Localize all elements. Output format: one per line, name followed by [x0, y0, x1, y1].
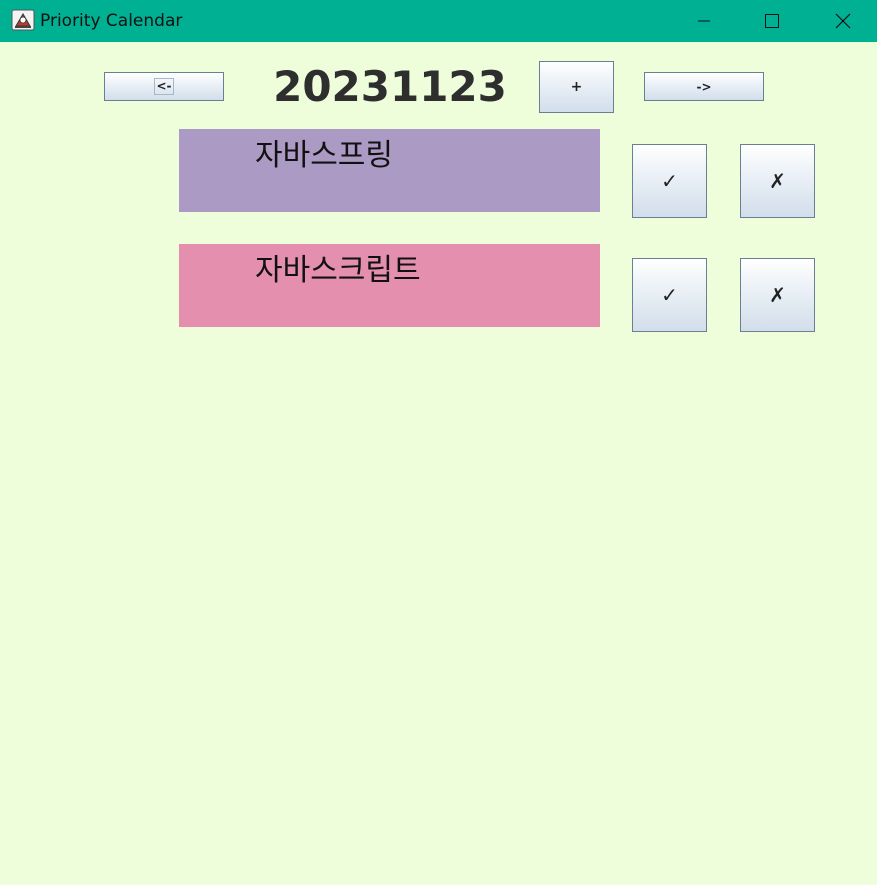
- complete-task-button[interactable]: ✓: [632, 144, 707, 218]
- next-day-button[interactable]: ->: [644, 72, 764, 101]
- add-task-button[interactable]: +: [539, 61, 614, 113]
- maximize-button[interactable]: [749, 0, 795, 42]
- delete-task-button[interactable]: ✗: [740, 144, 815, 218]
- previous-day-button[interactable]: <-: [104, 72, 224, 101]
- task-label: 자바스프링: [255, 138, 393, 173]
- complete-task-button[interactable]: ✓: [632, 258, 707, 332]
- window-title: Priority Calendar: [40, 11, 183, 31]
- title-bar[interactable]: Priority Calendar: [0, 0, 877, 42]
- java-app-icon: [11, 8, 35, 32]
- current-date: 20231123: [273, 62, 507, 111]
- minimize-icon: [698, 20, 710, 22]
- maximize-icon: [765, 14, 779, 28]
- task-item: 자바스프링: [179, 129, 600, 212]
- close-button[interactable]: [820, 0, 866, 42]
- task-label: 자바스크립트: [255, 253, 421, 288]
- delete-task-button[interactable]: ✗: [740, 258, 815, 332]
- minimize-button[interactable]: [681, 0, 727, 42]
- previous-day-label: <-: [154, 78, 174, 95]
- close-icon: [835, 13, 851, 29]
- app-window: Priority Calendar <- 20231123 + -> 자바스프링…: [0, 0, 877, 885]
- task-item: 자바스크립트: [179, 244, 600, 327]
